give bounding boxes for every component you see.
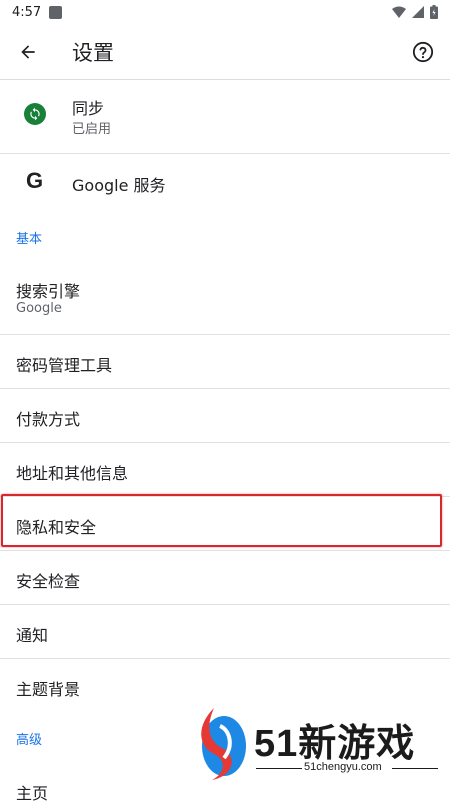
sync-label: 同步 [72, 99, 105, 118]
status-right [392, 5, 438, 19]
sync-row[interactable]: 同步 已启用 [0, 80, 450, 154]
google-g-icon: G [26, 168, 44, 193]
notifications-row[interactable]: 通知 [0, 605, 450, 659]
watermark-brand: 51新游戏 [254, 723, 416, 765]
status-bar: 4:57 [0, 0, 450, 24]
wifi-icon [392, 6, 406, 18]
payments-row[interactable]: 付款方式 [0, 389, 450, 443]
notification-icon [49, 5, 63, 19]
help-button[interactable] [396, 24, 450, 80]
safety-check-row[interactable]: 安全检查 [0, 551, 450, 605]
watermark-divider-left [256, 768, 302, 769]
app-bar: 设置 [0, 24, 450, 80]
battery-icon [430, 5, 438, 19]
watermark-divider-right [392, 768, 438, 769]
passwords-row[interactable]: 密码管理工具 [0, 335, 450, 389]
search-engine-label: 搜索引擎 [16, 282, 81, 301]
status-left: 4:57 [12, 4, 63, 20]
safety-check-label: 安全检查 [16, 572, 81, 591]
watermark-url: 51chengyu.com [304, 761, 382, 773]
search-engine-row[interactable]: 搜索引擎 Google [0, 264, 450, 335]
sync-status: 已启用 [72, 122, 112, 137]
search-engine-value: Google [16, 301, 62, 316]
google-services-row[interactable]: G Google 服务 [0, 154, 450, 210]
addresses-row[interactable]: 地址和其他信息 [0, 443, 450, 497]
payments-label: 付款方式 [16, 410, 81, 429]
status-time: 4:57 [12, 4, 42, 20]
homepage-label: 主页 [16, 784, 49, 803]
sync-icon [24, 103, 46, 125]
theme-row[interactable]: 主题背景 [0, 659, 450, 713]
back-button[interactable] [0, 24, 56, 80]
passwords-label: 密码管理工具 [16, 356, 113, 375]
section-header-advanced: 高级 [16, 733, 43, 748]
google-services-label: Google 服务 [72, 176, 166, 195]
addresses-label: 地址和其他信息 [16, 464, 129, 483]
section-header-basic: 基本 [16, 232, 43, 247]
page-title: 设置 [72, 40, 114, 65]
watermark: 51新游戏 51chengyu.com [194, 706, 450, 801]
watermark-logo-icon [201, 708, 246, 780]
help-circle-icon [412, 41, 434, 62]
signal-icon [412, 6, 424, 18]
arrow-back-icon [21, 44, 35, 59]
notifications-label: 通知 [16, 626, 49, 645]
highlight-box [1, 494, 442, 547]
theme-label: 主题背景 [16, 680, 81, 699]
